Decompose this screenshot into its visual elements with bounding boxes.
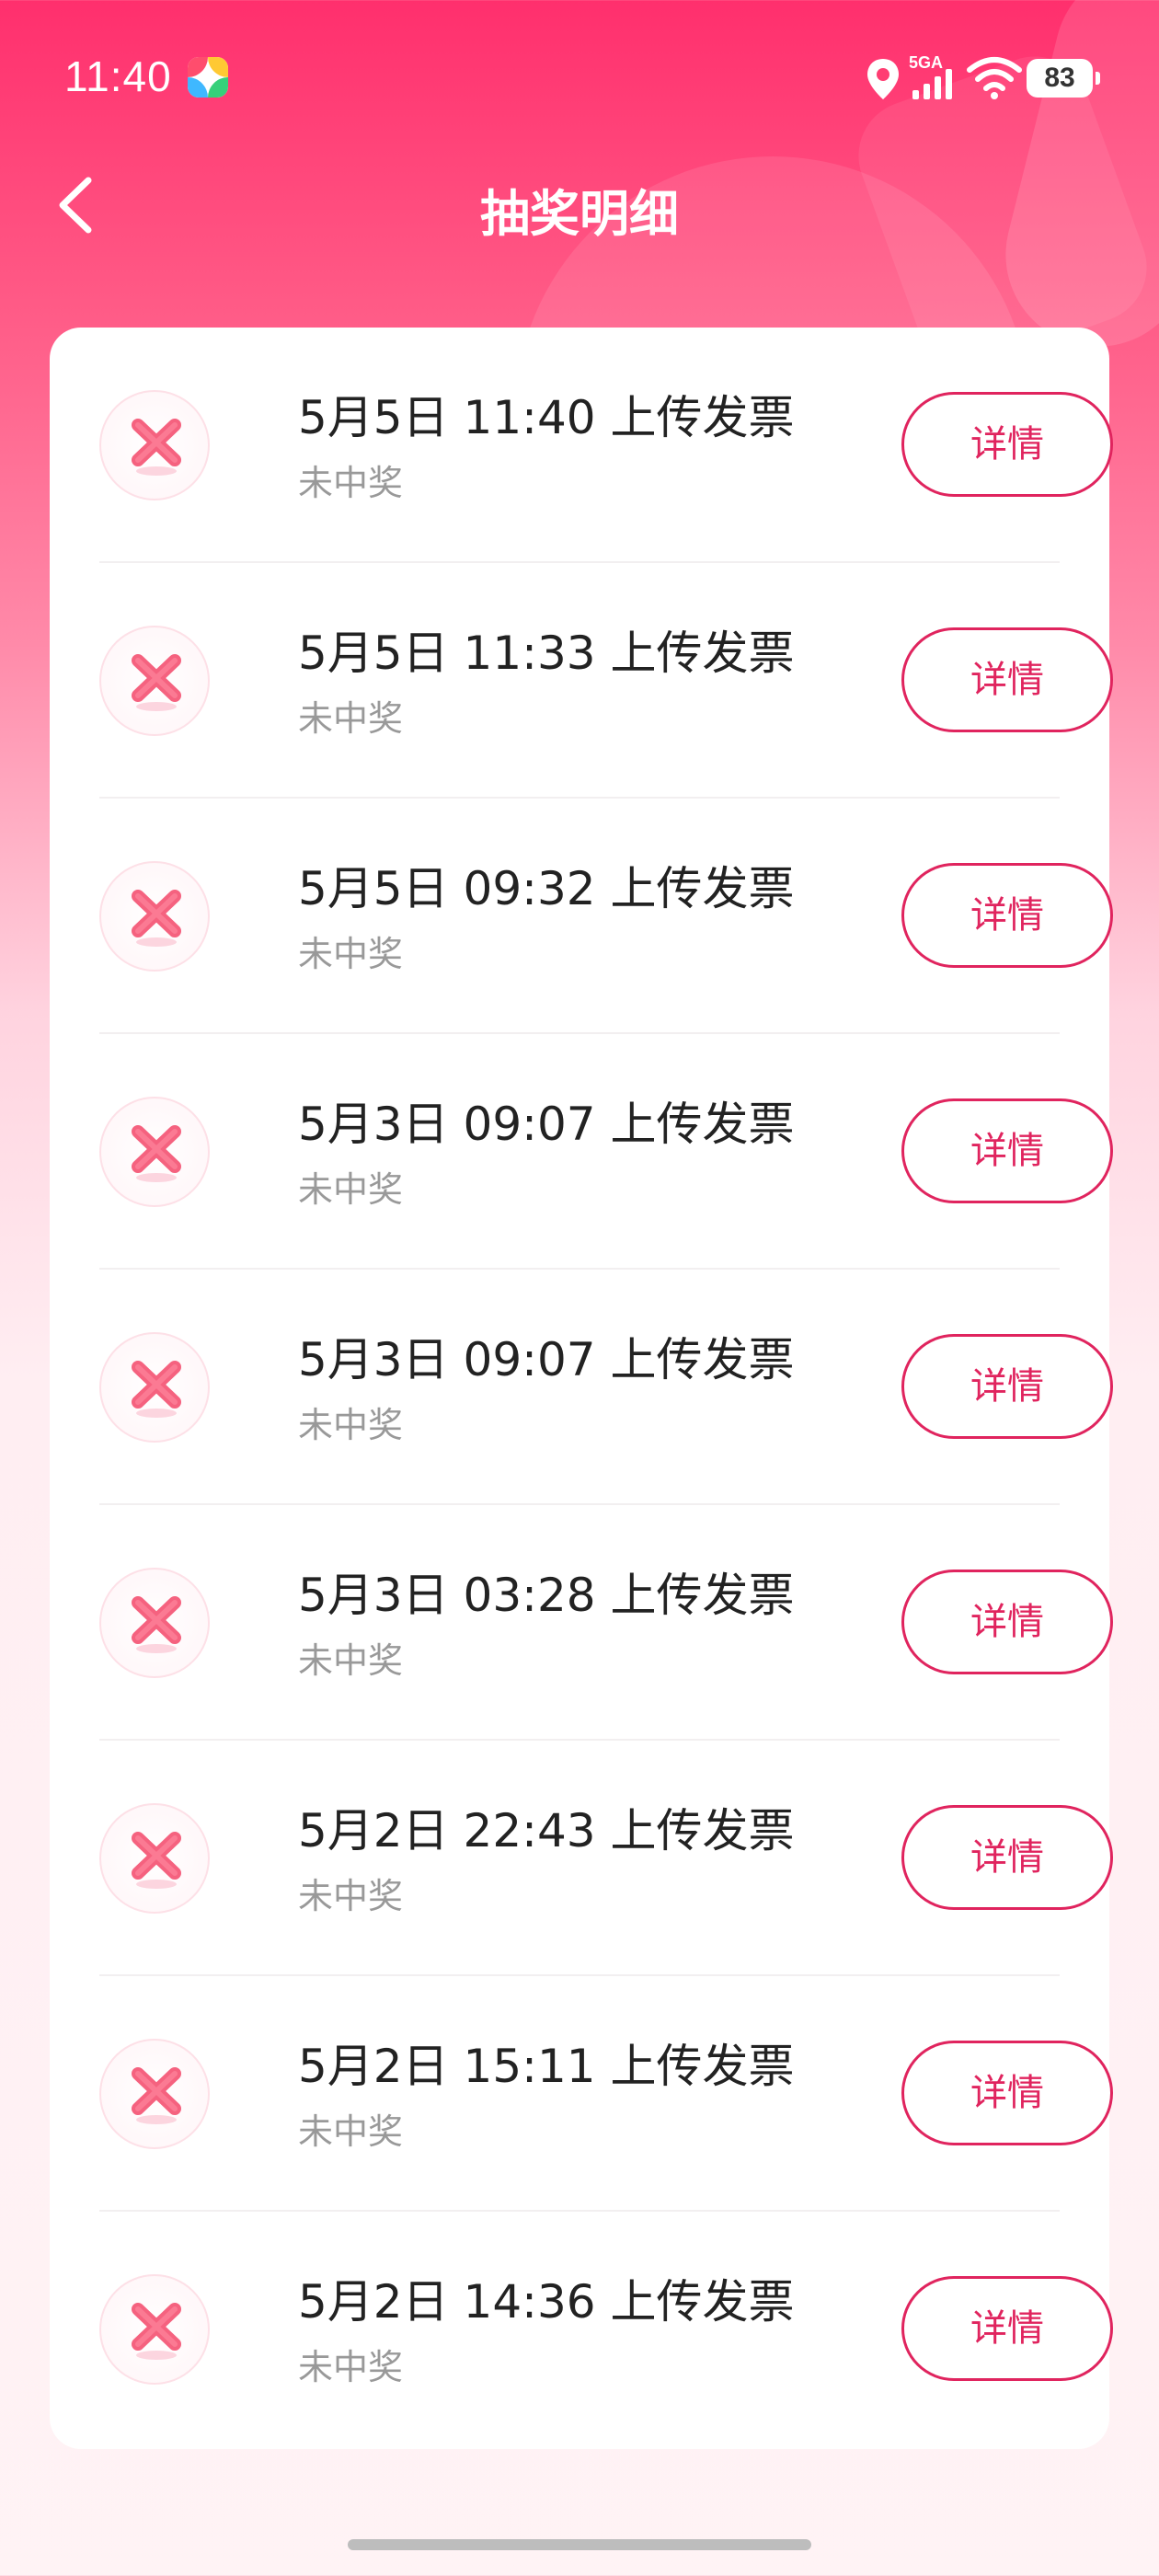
record-status: 未中奖 <box>298 2347 404 2387</box>
detail-button[interactable]: 详情 <box>901 863 1113 968</box>
record-status: 未中奖 <box>298 1876 404 1916</box>
status-time: 11:40 <box>64 52 172 100</box>
not-won-x-icon <box>99 390 210 500</box>
detail-button[interactable]: 详情 <box>901 2276 1113 2381</box>
battery-level: 83 <box>1044 63 1075 93</box>
page-title: 抽奖明细 <box>480 185 679 243</box>
not-won-x-icon <box>99 2039 210 2149</box>
detail-button[interactable]: 详情 <box>901 1334 1113 1439</box>
record-title: 5月2日 15:11 上传发票 <box>298 2040 795 2093</box>
record-title: 5月5日 11:33 上传发票 <box>298 627 795 680</box>
not-won-x-icon <box>99 1097 210 1207</box>
detail-button[interactable]: 详情 <box>901 1805 1113 1910</box>
record-status: 未中奖 <box>298 698 404 739</box>
detail-button[interactable]: 详情 <box>901 627 1113 732</box>
not-won-x-icon <box>99 1568 210 1678</box>
list-item: 5月3日 09:07 上传发票未中奖 详情 <box>99 1034 1113 1270</box>
record-title: 5月2日 14:36 上传发票 <box>298 2275 795 2329</box>
list-item: 5月2日 22:43 上传发票未中奖 详情 <box>99 1741 1113 1976</box>
record-status: 未中奖 <box>298 1405 404 1445</box>
not-won-x-icon <box>99 626 210 736</box>
list-item: 5月2日 15:11 上传发票未中奖 详情 <box>99 1976 1113 2212</box>
record-title: 5月3日 03:28 上传发票 <box>298 1569 795 1622</box>
wifi-icon <box>967 57 1022 99</box>
record-status: 未中奖 <box>298 1640 404 1681</box>
battery-icon: 83 <box>1027 59 1100 98</box>
record-title: 5月2日 22:43 上传发票 <box>298 1804 795 1857</box>
list-item: 5月5日 11:40 上传发票未中奖 详情 <box>99 328 1113 563</box>
list-item: 5月3日 03:28 上传发票未中奖 详情 <box>99 1505 1113 1741</box>
detail-button[interactable]: 详情 <box>901 2041 1113 2145</box>
app-icon <box>188 57 228 98</box>
detail-button[interactable]: 详情 <box>901 1098 1113 1203</box>
list-item: 5月5日 11:33 上传发票未中奖 详情 <box>99 563 1113 799</box>
list-item: 5月2日 14:36 上传发票未中奖 详情 <box>99 2212 1113 2447</box>
detail-button[interactable]: 详情 <box>901 1570 1113 1674</box>
location-icon <box>867 59 899 99</box>
not-won-x-icon <box>99 1332 210 1443</box>
not-won-x-icon <box>99 1803 210 1914</box>
record-status: 未中奖 <box>298 2111 404 2152</box>
record-title: 5月3日 09:07 上传发票 <box>298 1098 795 1151</box>
not-won-x-icon <box>99 861 210 972</box>
home-indicator[interactable] <box>348 2539 811 2550</box>
signal-icon <box>912 69 952 99</box>
record-status: 未中奖 <box>298 1169 404 1210</box>
record-title: 5月5日 11:40 上传发票 <box>298 391 795 444</box>
record-status: 未中奖 <box>298 463 404 503</box>
record-title: 5月5日 09:32 上传发票 <box>298 862 795 915</box>
status-bar: 11:40 5GA 83 <box>0 0 1159 156</box>
detail-button[interactable]: 详情 <box>901 392 1113 497</box>
record-title: 5月3日 09:07 上传发票 <box>298 1333 795 1386</box>
list-item: 5月5日 09:32 上传发票未中奖 详情 <box>99 799 1113 1034</box>
records-card: 5月5日 11:40 上传发票 未中奖 详情 5月5日 11:33 上传发票 未中奖 详情… <box>50 328 1113 2449</box>
list-item: 5月3日 09:07 上传发票未中奖 详情 <box>99 1270 1113 1505</box>
not-won-x-icon <box>99 2274 210 2385</box>
record-status: 未中奖 <box>298 934 404 974</box>
